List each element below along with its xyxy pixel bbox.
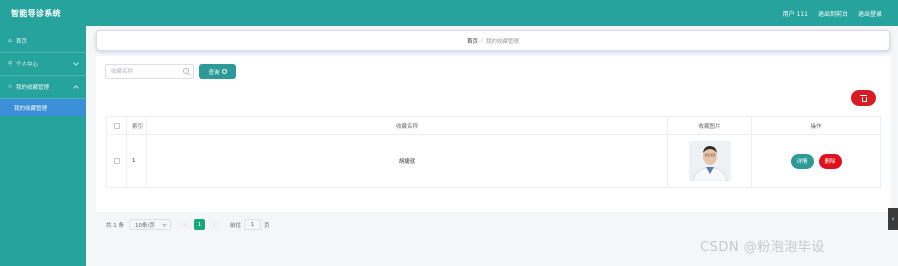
column-header-name: 收藏名称 xyxy=(147,117,668,134)
sidebar-item-favorites[interactable]: ☆ 我的收藏管理 xyxy=(0,76,86,99)
search-input[interactable] xyxy=(106,65,184,78)
sidebar-subitem-favorites[interactable]: 我的收藏管理 xyxy=(0,99,86,116)
delete-button[interactable]: 删除 xyxy=(818,153,842,169)
top-bar-actions: 用户 111 退出到前台 退出登录 xyxy=(783,9,882,18)
row-name: 胡捷就 xyxy=(147,135,668,187)
page-size-value: 10条/页 xyxy=(135,222,155,229)
chevron-up-icon xyxy=(73,85,79,91)
select-all-checkbox[interactable] xyxy=(113,122,120,129)
watermark: CSDN @粉泡泡毕设 xyxy=(700,240,825,255)
user-label: 用户 111 xyxy=(782,11,808,18)
app-title: 智能导诊系统 xyxy=(11,9,61,18)
sidebar-item-profile[interactable]: ⚲ 个人中心 xyxy=(0,53,86,76)
table-header: 索引 收藏名称 收藏图片 操作 xyxy=(107,117,880,135)
goto-page-input[interactable]: 1 xyxy=(244,219,262,230)
breadcrumb-current: 我的收藏管理 xyxy=(485,38,519,45)
row-checkbox[interactable] xyxy=(113,158,120,164)
column-header-actions: 操作 xyxy=(810,123,822,130)
sidebar-item-label: 个人中心 xyxy=(16,62,39,68)
chevron-down-icon xyxy=(73,60,79,66)
favorite-photo xyxy=(688,141,731,181)
table-row: 1 胡捷就 详情 删除 xyxy=(107,135,880,187)
chevron-down-icon xyxy=(162,222,167,227)
star-icon: ☆ xyxy=(7,84,13,90)
query-button[interactable]: 查询 xyxy=(199,64,236,79)
top-bar: 智能导诊系统 用户 111 退出到前台 退出登录 xyxy=(0,0,898,26)
next-page-button[interactable]: › xyxy=(209,219,220,230)
column-header-image: 收藏图片 xyxy=(668,117,752,134)
search-icon xyxy=(183,68,189,74)
home-icon: ⌂ xyxy=(8,38,12,44)
page-unit-label: 页 xyxy=(264,222,270,229)
detail-button[interactable]: 详情 xyxy=(790,153,814,169)
goto-label: 前往 xyxy=(230,222,242,229)
page-size-select[interactable]: 10条/页 xyxy=(129,219,171,230)
prev-page-button[interactable]: ‹ xyxy=(179,219,190,230)
back-to-frontend-link[interactable]: 退出到前台 xyxy=(818,9,848,18)
sidebar-item-home[interactable]: ⌂ 首页 xyxy=(0,30,86,53)
pagination-total: 共 1 条 xyxy=(106,222,124,229)
sidebar-item-label: 我的收藏管理 xyxy=(16,85,50,91)
search-field[interactable] xyxy=(105,64,194,79)
row-index: 1 xyxy=(127,135,147,187)
main-area: 首页 / 我的收藏管理 查询 索引 收藏名称 收藏图片 操作 1 xyxy=(86,26,898,266)
batch-delete-button[interactable] xyxy=(851,90,876,106)
sidebar: ⌂ 首页 ⚲ 个人中心 ☆ 我的收藏管理 我的收藏管理 xyxy=(0,26,86,266)
pagination: 共 1 条 10条/页 ‹ 1 › 前往 1 页 xyxy=(106,219,270,230)
user-icon: ⚲ xyxy=(7,61,13,67)
breadcrumb: 首页 / 我的收藏管理 xyxy=(96,30,890,51)
sidebar-item-label: 首页 xyxy=(16,39,28,45)
page-number-button[interactable]: 1 xyxy=(194,219,205,230)
breadcrumb-home[interactable]: 首页 xyxy=(467,37,478,45)
content-card: 查询 索引 收藏名称 收藏图片 操作 1 胡捷就 xyxy=(96,56,890,230)
favorites-table: 索引 收藏名称 收藏图片 操作 1 胡捷就 详情 删除 xyxy=(106,116,881,188)
collapse-handle[interactable]: ‹ xyxy=(888,208,898,230)
breadcrumb-separator: / xyxy=(481,37,483,44)
search-icon xyxy=(221,69,227,74)
column-header-index: 索引 xyxy=(127,117,147,134)
trash-icon xyxy=(860,95,867,102)
query-button-label: 查询 xyxy=(208,69,220,76)
logout-link[interactable]: 退出登录 xyxy=(858,9,882,18)
